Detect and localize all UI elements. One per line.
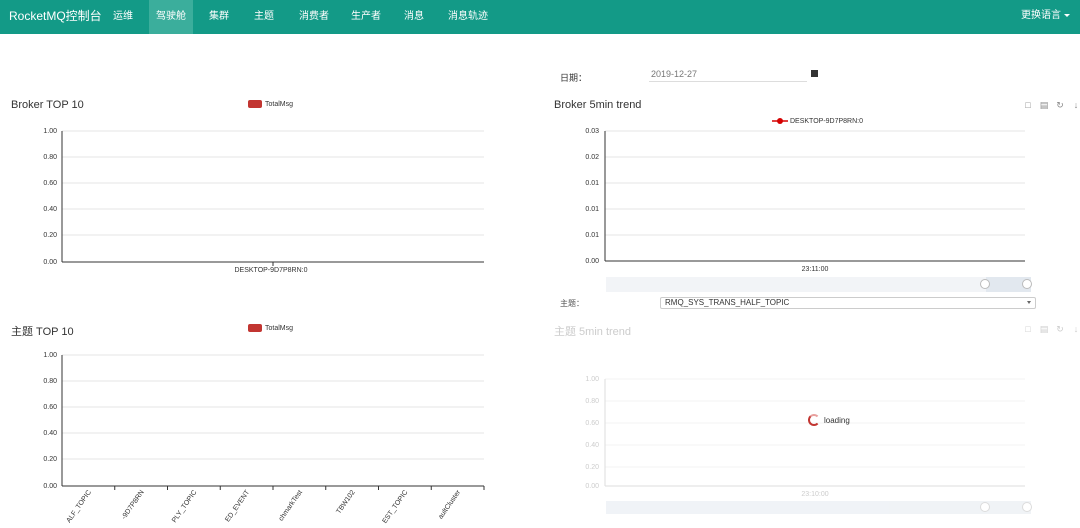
calendar-icon[interactable]: [811, 70, 818, 77]
datazoom-handle-right[interactable]: [1022, 502, 1032, 512]
y-tick-label: 0.00: [43, 483, 57, 490]
restore-icon[interactable]: ↻: [1055, 325, 1065, 335]
y-tick-label: 1.00: [585, 376, 599, 383]
topic-top-title: 主题 TOP 10: [11, 326, 74, 338]
nav-item-cluster[interactable]: 集群: [202, 0, 236, 34]
legend-label: TotalMsg: [265, 100, 294, 108]
topic-select-label: 主题：: [560, 299, 584, 308]
x-tick-label: -9D7P8RN: [121, 489, 146, 521]
y-tick-label: 0.60: [43, 404, 57, 411]
zoom-reset-icon[interactable]: ▤: [1039, 101, 1049, 111]
y-tick-label: 0.00: [585, 483, 599, 490]
y-tick-label: 0.01: [585, 206, 599, 213]
broker-trend-title: Broker 5min trend: [554, 99, 642, 111]
chevron-down-icon: [1027, 301, 1031, 304]
date-input[interactable]: [649, 66, 807, 82]
topic-trend-toolbox: □ ▤ ↻ ↓: [1023, 325, 1080, 335]
nav-item-consumer[interactable]: 消费者: [294, 0, 334, 34]
nav-item-message[interactable]: 消息: [397, 0, 431, 34]
zoom-reset-icon[interactable]: ▤: [1039, 325, 1049, 335]
nav-item-message-trace[interactable]: 消息轨迹: [444, 0, 492, 34]
topic-top-chart: 1.00 0.80 0.60 0.40 0.20 0.00 ALF_TOPIC -…: [43, 352, 485, 525]
y-tick-label: 0.20: [585, 464, 599, 471]
chevron-down-icon: [1064, 13, 1070, 17]
loading-text: loading: [824, 415, 850, 425]
loading-spinner-icon: [808, 414, 820, 426]
broker-trend-datazoom[interactable]: [606, 277, 1032, 292]
save-image-icon[interactable]: ↓: [1071, 101, 1080, 111]
y-tick-label: 1.00: [43, 352, 57, 359]
y-tick-label: 0.02: [585, 154, 599, 161]
datazoom-handle-left[interactable]: [980, 502, 990, 512]
y-tick-label: 0.80: [585, 398, 599, 405]
topic-trend-datazoom[interactable]: [606, 501, 1032, 514]
y-tick-label: 0.03: [585, 128, 599, 135]
datazoom-left-fill: [606, 277, 986, 292]
broker-trend-toolbox: □ ▤ ↻ ↓: [1023, 101, 1080, 111]
y-tick-label: 0.40: [43, 206, 57, 213]
brand-title[interactable]: RocketMQ控制台: [9, 0, 102, 34]
restore-icon[interactable]: ↻: [1055, 101, 1065, 111]
x-tick-label: chmarkTest: [278, 489, 304, 522]
y-tick-label: 1.00: [43, 128, 57, 135]
y-tick-label: 0.40: [585, 442, 599, 449]
topic-trend-title: 主题 5min trend: [554, 326, 632, 338]
y-tick-label: 0.80: [43, 154, 57, 161]
nav-item-producer[interactable]: 生产者: [346, 0, 386, 34]
x-tick-label: aultCluster: [437, 489, 462, 521]
nav-item-topic[interactable]: 主题: [247, 0, 281, 34]
x-tick-label: 23:10:00: [801, 491, 828, 498]
nav-item-ops[interactable]: 运维: [106, 0, 140, 34]
y-tick-label: 0.40: [43, 430, 57, 437]
zoom-icon[interactable]: □: [1023, 101, 1033, 111]
top-navbar: RocketMQ控制台 运维 驾驶舱 集群 主题 消费者 生产者 消息 消息轨迹…: [0, 0, 1080, 34]
x-tick-label: ED_EVENT: [224, 489, 251, 524]
y-tick-label: 0.00: [585, 258, 599, 265]
topic-select[interactable]: RMQ_SYS_TRANS_HALF_TOPIC: [660, 297, 1036, 309]
legend-swatch: [248, 100, 262, 108]
y-tick-label: 0.80: [43, 378, 57, 385]
topic-select-value: RMQ_SYS_TRANS_HALF_TOPIC: [665, 298, 790, 307]
y-tick-label: 0.01: [585, 180, 599, 187]
y-tick-label: 0.60: [585, 420, 599, 427]
broker-top-chart: 1.00 0.80 0.60 0.40 0.20 0.00 DESKTOP-9D…: [43, 128, 484, 274]
y-tick-label: 0.20: [43, 232, 57, 239]
y-tick-label: 0.01: [585, 232, 599, 239]
datazoom-handle-left[interactable]: [980, 279, 990, 289]
y-tick-label: 0.20: [43, 456, 57, 463]
zoom-icon[interactable]: □: [1023, 325, 1033, 335]
topic-trend-loading: loading: [808, 414, 850, 426]
date-label: 日期：: [560, 73, 588, 83]
x-tick-label: 23:11:00: [802, 266, 829, 273]
topic-top-legend[interactable]: TotalMsg: [248, 324, 293, 332]
broker-top-title: Broker TOP 10: [11, 99, 84, 111]
nav-item-dashboard[interactable]: 驾驶舱: [149, 0, 193, 34]
legend-swatch: [248, 324, 262, 332]
x-tick-label: PLY_TOPIC: [171, 489, 198, 524]
x-tick-label: EST_TOPIC: [382, 489, 410, 525]
x-tick-label: ALF_TOPIC: [65, 489, 93, 524]
broker-top-legend[interactable]: TotalMsg: [248, 100, 293, 108]
language-dropdown[interactable]: 更换语言: [1021, 0, 1070, 34]
save-image-icon[interactable]: ↓: [1071, 325, 1080, 335]
broker-trend-chart: 0.03 0.02 0.01 0.01 0.01 0.00 23:11:00: [585, 128, 1025, 273]
y-tick-label: 0.60: [43, 180, 57, 187]
x-axis-categories: ALF_TOPIC -9D7P8RN PLY_TOPIC ED_EVENT chmark…: [65, 486, 485, 525]
y-tick-label: 0.00: [43, 259, 57, 266]
datazoom-handle-right[interactable]: [1022, 279, 1032, 289]
x-tick-label: TBW102: [335, 489, 356, 515]
legend-label: TotalMsg: [265, 324, 294, 332]
x-tick-label: DESKTOP-9D7P8RN:0: [234, 267, 307, 274]
topic-trend-chart: 1.00 0.80 0.60 0.40 0.20 0.00 23:10:00: [585, 376, 1025, 498]
language-label: 更换语言: [1021, 10, 1061, 21]
y-gridlines: [62, 130, 484, 236]
